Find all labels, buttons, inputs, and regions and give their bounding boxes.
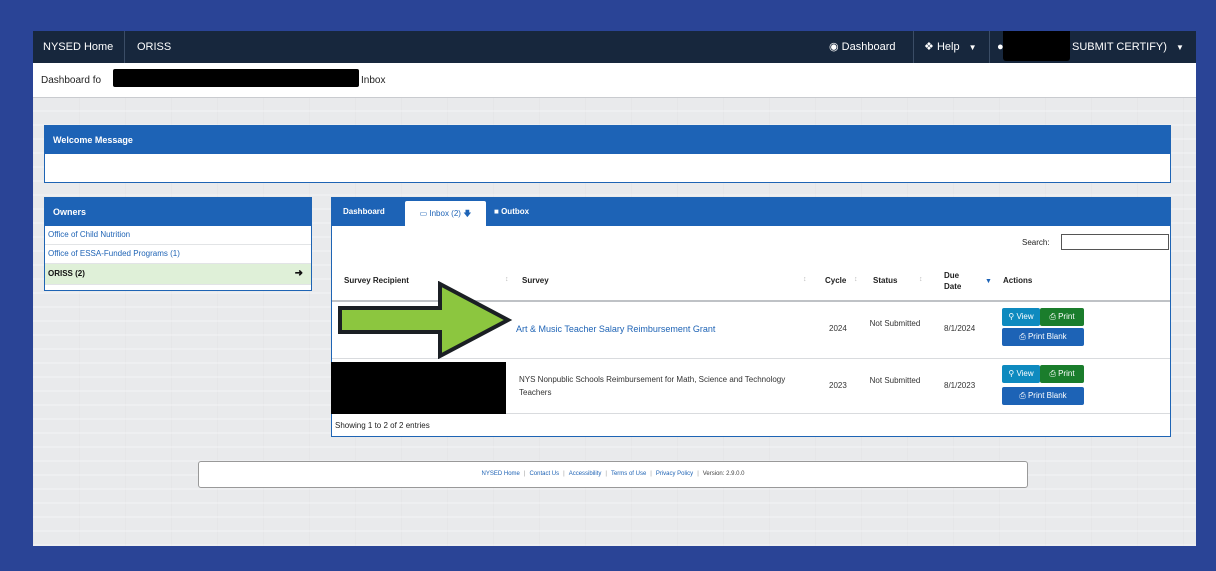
search-label: Search: xyxy=(1022,238,1050,247)
print-icon: ⎙ xyxy=(1049,312,1056,321)
print-blank-button-label: Print Blank xyxy=(1027,332,1067,341)
search-input[interactable] xyxy=(1061,234,1169,250)
footer-link-home[interactable]: NYSED Home xyxy=(482,471,520,477)
dashboard-link-label: Dashboard xyxy=(841,41,896,53)
search-icon: ⚲ xyxy=(1008,369,1015,378)
tab-strip: Dashboard ▭ Inbox (2) 🡇 ■ Outbox xyxy=(332,198,1170,226)
user-menu-role[interactable]: SUBMIT CERTIFY) ▼ xyxy=(1072,31,1184,63)
breadcrumb: Dashboard fo Inbox xyxy=(33,63,1196,98)
sort-icon[interactable]: ↕ xyxy=(803,276,807,283)
col-header-cycle[interactable]: Cycle xyxy=(825,276,846,285)
owner-item-essa[interactable]: Office of ESSA-Funded Programs (1) xyxy=(45,245,311,264)
print-button[interactable]: ⎙ Print xyxy=(1040,308,1084,326)
nav-divider xyxy=(989,31,990,63)
view-button[interactable]: ⚲ View xyxy=(1002,308,1040,326)
due-date-cell: 8/1/2023 xyxy=(944,381,976,390)
chevron-down-icon: ▼ xyxy=(968,43,977,52)
cycle-cell: 2023 xyxy=(829,381,847,390)
redacted-owner-name xyxy=(113,69,359,87)
page-footer: NYSED Home | Contact Us | Accessibility | Term… xyxy=(198,461,1028,488)
owner-item-child-nutrition[interactable]: Office of Child Nutrition xyxy=(45,226,311,245)
footer-link-accessibility[interactable]: Accessibility xyxy=(569,471,602,477)
owners-panel: Owners Office of Child Nutrition Office … xyxy=(44,197,312,291)
arrow-right-icon: ➜ xyxy=(294,268,303,279)
owner-item-oriss[interactable]: ORISS (2) ➜ xyxy=(45,264,311,285)
tab-outbox-label: Outbox xyxy=(501,207,530,216)
survey-link[interactable]: Art & Music Teacher Salary Reimbursement… xyxy=(516,324,715,334)
print-icon: ⎙ xyxy=(1019,391,1026,400)
owner-item-label: ORISS (2) xyxy=(48,269,85,278)
help-menu[interactable]: ❖ Help ▼ xyxy=(924,31,977,63)
redacted-username xyxy=(1003,31,1070,61)
redacted-recipient xyxy=(331,362,506,414)
top-navbar: NYSED Home ORISS ◉ Dashboard ❖ Help ▼ ● … xyxy=(33,31,1196,63)
print-button[interactable]: ⎙ Print xyxy=(1040,365,1084,383)
print-blank-button[interactable]: ⎙ Print Blank xyxy=(1002,387,1084,405)
help-menu-label: Help xyxy=(936,41,960,53)
view-button[interactable]: ⚲ View xyxy=(1002,365,1040,383)
inbox-icon: ▭ xyxy=(419,209,428,218)
app-window: NYSED Home ORISS ◉ Dashboard ❖ Help ▼ ● … xyxy=(33,31,1196,546)
owner-item-label: Office of Child Nutrition xyxy=(48,230,131,239)
col-header-survey[interactable]: Survey xyxy=(522,276,549,285)
outbox-icon: ■ xyxy=(494,207,499,216)
owners-panel-title: Owners xyxy=(45,198,311,226)
print-icon: ⎙ xyxy=(1019,332,1026,341)
chevron-down-icon: ▼ xyxy=(1176,43,1184,52)
view-button-label: View xyxy=(1016,369,1034,378)
breadcrumb-prefix: Dashboard fo xyxy=(41,75,102,86)
footer-version: Version: 2.9.0.0 xyxy=(702,471,745,477)
print-blank-button[interactable]: ⎙ Print Blank xyxy=(1002,328,1084,346)
welcome-panel-title: Welcome Message xyxy=(45,126,1170,154)
footer-link-privacy[interactable]: Privacy Policy xyxy=(656,471,693,477)
due-date-cell: 8/1/2024 xyxy=(944,324,976,333)
print-blank-button-label: Print Blank xyxy=(1027,391,1067,400)
footer-link-contact[interactable]: Contact Us xyxy=(529,471,559,477)
user-role-label: SUBMIT CERTIFY) xyxy=(1072,41,1167,53)
nav-divider xyxy=(913,31,914,63)
tab-outbox[interactable]: ■ Outbox xyxy=(494,198,529,226)
status-cell: Not Submitted xyxy=(869,319,921,328)
status-cell: Not Submitted xyxy=(869,376,921,385)
print-button-label: Print xyxy=(1058,369,1075,378)
dashboard-icon: ◉ xyxy=(829,41,839,53)
sort-desc-icon[interactable]: ▼ xyxy=(985,278,992,285)
breadcrumb-current: Inbox xyxy=(361,75,386,86)
print-button-label: Print xyxy=(1058,312,1075,321)
col-header-status[interactable]: Status xyxy=(873,276,897,285)
owner-item-label: Office of ESSA-Funded Programs (1) xyxy=(48,249,180,258)
dashboard-link[interactable]: ◉ Dashboard xyxy=(829,31,896,63)
print-icon: ⎙ xyxy=(1049,369,1056,378)
nysed-home-link[interactable]: NYSED Home xyxy=(43,31,113,63)
table-info: Showing 1 to 2 of 2 entries xyxy=(335,421,430,430)
sort-icon[interactable]: ↕ xyxy=(854,276,858,283)
arrow-down-icon: 🡇 xyxy=(463,209,472,218)
survey-link[interactable]: NYS Nonpublic Schools Reimbursement for … xyxy=(519,373,799,399)
footer-link-terms[interactable]: Terms of Use xyxy=(611,471,646,477)
tab-inbox-label: Inbox (2) xyxy=(429,209,461,218)
col-header-actions: Actions xyxy=(1003,276,1033,285)
tab-inbox[interactable]: ▭ Inbox (2) 🡇 xyxy=(405,201,486,226)
tab-dashboard[interactable]: Dashboard xyxy=(343,198,385,226)
info-icon: ❖ xyxy=(924,41,934,53)
search-icon: ⚲ xyxy=(1008,312,1015,321)
oriss-link[interactable]: ORISS xyxy=(137,31,171,63)
annotation-arrow-icon xyxy=(338,281,513,359)
col-header-due-date[interactable]: Due Date xyxy=(944,270,968,292)
sort-icon[interactable]: ↕ xyxy=(919,276,923,283)
nav-divider xyxy=(124,31,125,63)
welcome-panel: Welcome Message xyxy=(44,125,1171,183)
view-button-label: View xyxy=(1016,312,1034,321)
cycle-cell: 2024 xyxy=(829,324,847,333)
